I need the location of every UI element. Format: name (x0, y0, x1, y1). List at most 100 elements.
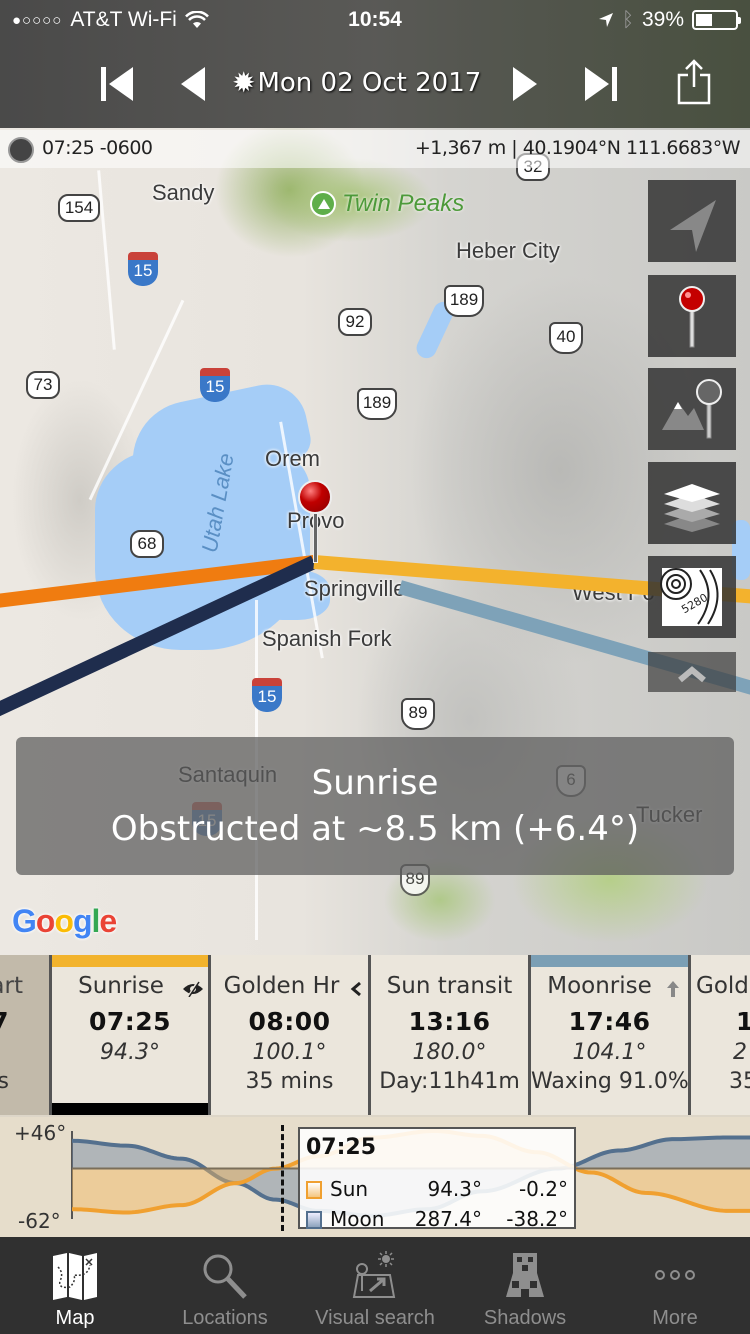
tooltip-time: 07:25 (306, 1135, 377, 1160)
tab-label: Locations (182, 1307, 268, 1329)
route-shield: 73 (26, 371, 60, 399)
date-navigator: ✹ Mon 02 Oct 2017 (0, 56, 750, 116)
share-button[interactable] (676, 58, 712, 106)
shadows-icon (506, 1253, 544, 1297)
time-cursor[interactable] (281, 1125, 284, 1231)
chevron-left-icon[interactable] (350, 981, 362, 997)
google-attribution: Google (12, 903, 117, 939)
arrow-up-icon (667, 981, 679, 997)
map-label-spanish-fork: Spanish Fork (262, 626, 392, 651)
top-bar: ●○○○○ AT&T Wi-Fi 10:54 ᛒ 39% ✹ Mon 02 Oc… (0, 0, 750, 128)
selected-indicator (52, 1103, 208, 1115)
event-name: Sunrise (78, 973, 164, 999)
event-time: 07:25 (88, 1007, 172, 1036)
tab-visual-search[interactable]: Visual search (300, 1237, 450, 1334)
event-card[interactable]: Gold 1 2 35 (691, 955, 750, 1115)
tab-label: Shadows (483, 1307, 567, 1329)
event-extra (52, 1069, 208, 1094)
map-label-heber-city: Heber City (456, 238, 560, 263)
skip-back-icon (101, 67, 133, 101)
mountain-pin-icon (662, 379, 722, 439)
triangle-right-icon (513, 67, 537, 101)
tab-locations[interactable]: Locations (150, 1237, 300, 1334)
tab-map[interactable]: Map (0, 1237, 150, 1334)
map-icon (53, 1253, 97, 1300)
map-label-twin-peaks: Twin Peaks (342, 190, 465, 217)
time-offset[interactable]: 07:25 -0600 (42, 137, 153, 159)
route-shield: 154 (58, 194, 100, 222)
tab-bar: Map Locations Visual search Shadows More (0, 1237, 750, 1334)
event-card[interactable]: art 7 ns (0, 955, 52, 1115)
tooltip-row-moon: Moon 287.4° -38.2° (306, 1207, 568, 1233)
moon-phase-icon (8, 137, 34, 163)
interstate-shield: 15 (252, 678, 282, 712)
events-strip[interactable]: art 7 ns Sunrise 07:25 94.3° Golden Hr 0… (0, 955, 750, 1117)
next-day-button[interactable] (512, 66, 538, 102)
collapse-button[interactable] (648, 652, 736, 692)
event-card-sunrise[interactable]: Sunrise 07:25 94.3° (52, 955, 211, 1115)
twin-peaks-poi[interactable]: Twin Peaks (310, 190, 464, 218)
event-time: 08:00 (248, 1007, 331, 1036)
event-time: 17:46 (568, 1007, 651, 1036)
event-extra: Waxing 91.0% (531, 1069, 689, 1094)
layers-icon (664, 484, 720, 532)
info-bar: 07:25 -0600 +1,367 m | 40.1904°N 111.668… (0, 130, 750, 168)
triangle-left-icon (181, 67, 205, 101)
tab-shadows[interactable]: Shadows (450, 1237, 600, 1334)
pin-needle (313, 513, 318, 563)
event-name: Sun transit (386, 973, 513, 999)
event-name: Moonrise (547, 973, 652, 999)
date-selector[interactable]: ✹ Mon 02 Oct 2017 (232, 66, 481, 99)
share-icon (677, 59, 711, 105)
us-route-shield: 189 (357, 388, 397, 420)
first-day-button[interactable] (100, 66, 134, 102)
event-azimuth: 104.1° (572, 1040, 647, 1065)
status-bar: ●○○○○ AT&T Wi-Fi 10:54 ᛒ 39% (0, 0, 750, 40)
location-pin[interactable] (298, 480, 334, 566)
tooltip-row-sun: Sun 94.3° -0.2° (306, 1177, 568, 1203)
event-extra: Day:11h41m (379, 1069, 520, 1094)
tab-label: Visual search (315, 1307, 435, 1329)
map-label-springville: Springville (304, 576, 406, 601)
locate-button[interactable] (648, 180, 736, 262)
map-label-sandy: Sandy (152, 180, 215, 205)
visual-search-icon (352, 1251, 396, 1298)
location-services-icon (598, 13, 613, 27)
sun-swatch-icon (306, 1181, 322, 1199)
route-shield: 92 (338, 308, 372, 336)
last-day-button[interactable] (584, 66, 618, 102)
pin-button[interactable] (648, 275, 736, 357)
event-card-moonrise[interactable]: Moonrise 17:46 104.1° Waxing 91.0% (531, 955, 691, 1115)
obstruction-notice: Sunrise Obstructed at ~8.5 km (+6.4°) (16, 737, 734, 875)
map-label-orem: Orem (265, 446, 320, 471)
notice-message: Obstructed at ~8.5 km (+6.4°) (110, 809, 640, 849)
notice-title: Sunrise (311, 763, 439, 803)
elevation-chart[interactable]: +46° -62° 07:25 Sun 94.3° -0.2° Moon 287… (0, 1117, 750, 1237)
secondary-pin-button[interactable] (648, 368, 736, 450)
previous-day-button[interactable] (180, 66, 206, 102)
moon-swatch-icon (306, 1211, 322, 1229)
contours-button[interactable]: 5280 (648, 556, 736, 638)
elevation-coordinates: +1,367 m | 40.1904°N 111.6683°W (414, 137, 741, 159)
battery-icon (692, 10, 741, 30)
position-tooltip: 07:25 Sun 94.3° -0.2° Moon 287.4° -38.2° (298, 1127, 576, 1231)
event-azimuth: 180.0° (412, 1040, 487, 1065)
interstate-shield: 15 (200, 368, 230, 402)
event-card-golden-hour[interactable]: Golden Hr 08:00 100.1° 35 mins (211, 955, 371, 1115)
mountain-poi-icon (310, 191, 336, 217)
event-azimuth: 94.3° (100, 1040, 160, 1065)
location-arrow-icon (670, 200, 716, 252)
event-azimuth: 100.1° (252, 1040, 327, 1065)
chevron-up-icon (678, 666, 706, 683)
route-shield: 68 (130, 530, 164, 558)
sun-icon: ✹ (232, 66, 256, 99)
event-card-sun-transit[interactable]: Sun transit 13:16 180.0° Day:11h41m (371, 955, 531, 1115)
red-pin-icon (679, 286, 705, 348)
us-route-shield: 40 (549, 322, 583, 354)
tab-label: Map (55, 1307, 95, 1329)
layers-button[interactable] (648, 462, 736, 544)
tab-label: More (652, 1307, 698, 1329)
eye-slash-icon[interactable] (182, 981, 204, 997)
search-icon (203, 1254, 247, 1299)
tab-more[interactable]: More (600, 1237, 750, 1334)
